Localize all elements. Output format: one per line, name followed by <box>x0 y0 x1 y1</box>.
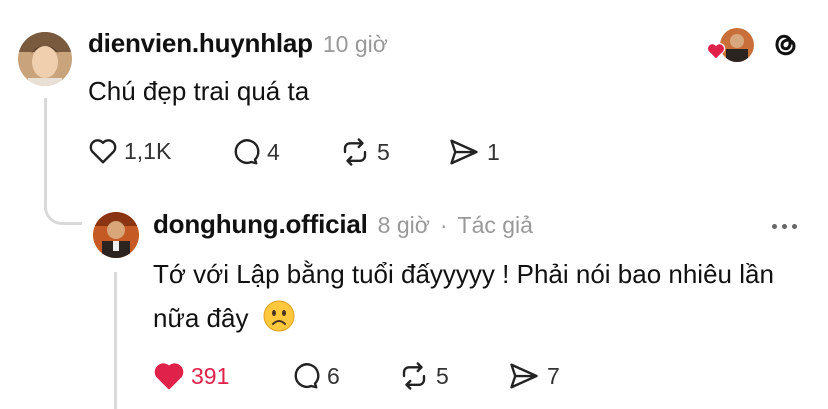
reply-button[interactable]: 6 <box>289 361 340 391</box>
repost-icon <box>343 138 367 166</box>
comment-username[interactable]: dienvien.huynhlap <box>88 28 313 59</box>
like-count: 391 <box>191 362 230 389</box>
avatar[interactable] <box>18 32 72 86</box>
thread-connector <box>44 98 47 210</box>
share-count: 7 <box>547 362 560 389</box>
repost-button[interactable]: 5 <box>398 361 449 391</box>
reply-count: 6 <box>327 362 340 389</box>
comment-text: Chú đẹp trai quá ta <box>88 76 310 106</box>
share-icon <box>450 139 478 165</box>
comment-icon <box>294 363 320 389</box>
repost-button[interactable]: 5 <box>339 137 390 167</box>
reply-username[interactable]: donghung.official <box>153 209 368 240</box>
comment-time: 10 giờ <box>322 31 388 57</box>
more-icon-dot <box>792 224 797 229</box>
separator-dot: · <box>439 212 448 238</box>
like-button[interactable]: 391 <box>153 361 229 391</box>
share-button[interactable]: 1 <box>447 137 500 167</box>
more-options-button[interactable] <box>772 224 797 229</box>
reply-button[interactable]: 4 <box>229 137 280 167</box>
like-count: 1,1K <box>124 137 172 164</box>
repost-count: 5 <box>436 362 449 389</box>
repost-icon <box>402 362 426 390</box>
thread-connector <box>114 272 117 409</box>
share-count: 1 <box>487 138 500 165</box>
liked-by-author-indicator <box>706 28 754 62</box>
like-button[interactable]: 1,1K <box>88 137 171 165</box>
comment-icon <box>234 139 260 165</box>
share-button[interactable]: 7 <box>507 361 560 391</box>
reply-avatar[interactable] <box>93 212 139 258</box>
heart-icon <box>706 43 726 60</box>
thread-connector-curve <box>44 195 82 225</box>
frown-emoji <box>262 299 296 333</box>
repost-count: 5 <box>377 138 390 165</box>
heart-icon <box>89 139 117 164</box>
reply-time: 8 giờ <box>377 212 430 238</box>
reply-text: Tớ với Lập bằng tuổi đấyyyyy ! Phải nói … <box>153 259 774 333</box>
more-icon-dot <box>782 224 787 229</box>
author-badge: Tác giả <box>457 212 533 238</box>
more-icon <box>772 224 777 229</box>
threads-logo-icon[interactable] <box>770 28 800 67</box>
reply-text-block: Tớ với Lập bằng tuổi đấyyyyy ! Phải nói … <box>153 252 793 340</box>
share-icon <box>510 363 538 389</box>
reply-count: 4 <box>267 138 280 165</box>
heart-filled-icon <box>154 363 184 390</box>
